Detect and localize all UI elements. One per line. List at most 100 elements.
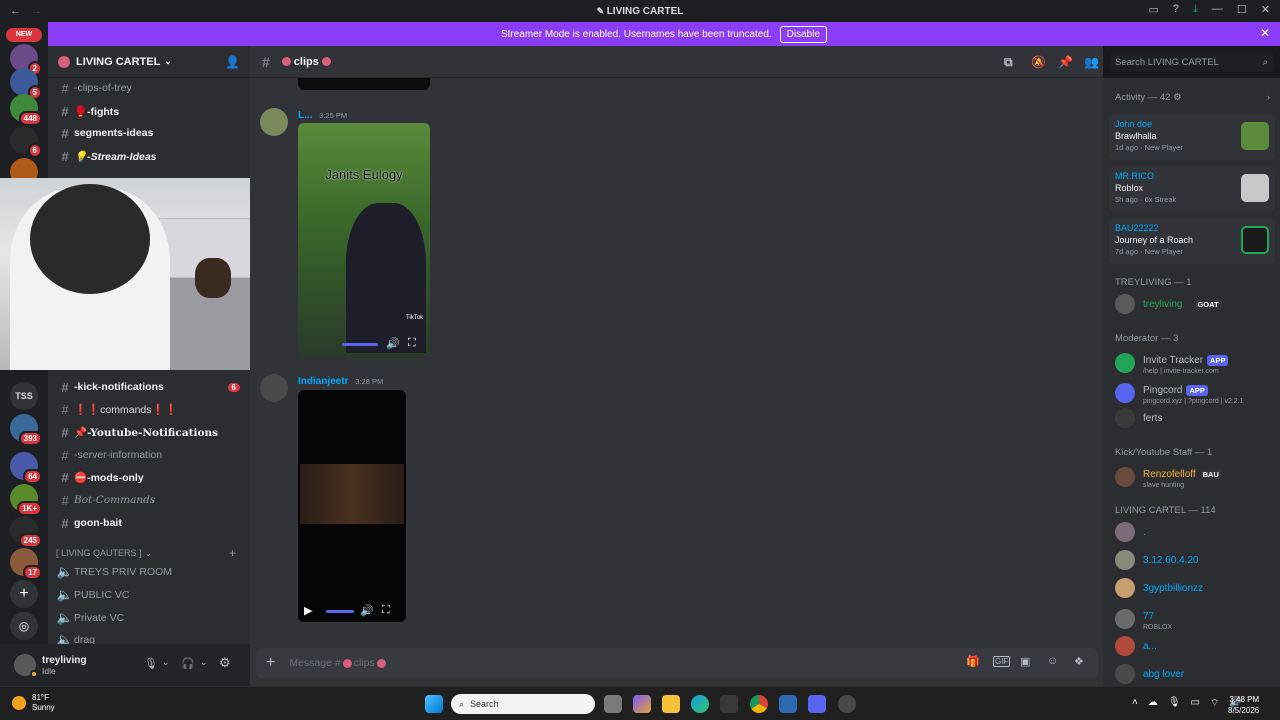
server-icon[interactable]: 64 [10, 452, 42, 484]
server-icon[interactable]: 393 [10, 414, 42, 446]
channel-item[interactable]: # ⛔-mods-only [56, 467, 244, 487]
voice-channel[interactable]: 🔈 TREYS PRIV ROOM [56, 562, 244, 582]
download-icon[interactable]: ⤓ [1193, 3, 1198, 16]
member-item[interactable]: Renzofelloff BAU slave hunting [1115, 464, 1222, 489]
windows-start-icon[interactable] [425, 695, 443, 713]
member-item[interactable]: 77 ROBLOX [1115, 606, 1172, 631]
message-author[interactable]: Indianjeetr [298, 376, 349, 387]
discord-icon[interactable] [808, 695, 826, 713]
settings-gear-icon[interactable]: ⚙ [219, 655, 231, 671]
gif-icon[interactable]: GIF [993, 656, 1011, 667]
server-header[interactable]: LIVING CARTEL ⌄ 👤 [48, 46, 250, 78]
add-attachment-icon[interactable]: + [266, 654, 275, 672]
server-icon[interactable]: 448 [10, 94, 42, 126]
new-badge[interactable]: NEW [6, 28, 42, 42]
member-list-icon[interactable]: 👥 [1084, 55, 1099, 69]
volume-icon[interactable]: 🔊 [360, 604, 374, 617]
server-icon-tss[interactable]: TSS [10, 382, 38, 410]
chevron-up-icon[interactable]: ˄ [1132, 697, 1138, 710]
chevron-down-icon[interactable]: ⌄ [200, 657, 208, 668]
fullscreen-icon[interactable]: ⛶ [382, 604, 390, 617]
notifications-off-icon[interactable]: 🔕 [1031, 55, 1046, 69]
photos-icon[interactable] [779, 695, 797, 713]
member-item[interactable]: 3.12.60.4.20 [1115, 550, 1199, 570]
microphone-icon[interactable]: 🎙 [144, 657, 158, 670]
member-item[interactable]: abg lover [1115, 664, 1184, 684]
mic-icon[interactable]: 🎙 [1168, 697, 1181, 710]
volume-icon[interactable]: 🔊 [386, 337, 400, 350]
threads-icon[interactable]: ⧉ [1004, 55, 1013, 70]
gift-icon[interactable]: 🎁 [966, 655, 980, 668]
channel-item[interactable]: # -kick-notifications 6 [56, 377, 244, 397]
channel-item[interactable]: # goon-bait [56, 513, 244, 533]
maximize-icon[interactable]: ☐ [1237, 3, 1247, 16]
message-avatar[interactable] [260, 374, 288, 402]
server-icon[interactable]: 17 [10, 548, 42, 580]
taskbar-search[interactable]: ⌕ Search [451, 694, 595, 714]
disable-button[interactable]: Disable [779, 25, 828, 43]
pin-icon[interactable]: 📌 [1058, 55, 1073, 69]
channel-item[interactable]: # -clips-of-trey [56, 78, 244, 98]
video-embed[interactable]: ▶ 🔊 ⛶ [298, 390, 406, 622]
member-item[interactable]: . [1115, 522, 1146, 542]
add-member-icon[interactable]: 👤 [225, 55, 240, 69]
sticker-icon[interactable]: ▣ [1020, 655, 1030, 668]
clock[interactable]: 3:48 PM 8/5/2026 [1228, 694, 1259, 716]
file-explorer-icon[interactable] [662, 695, 680, 713]
channel-item[interactable]: # ❗❗commands❗❗ [56, 399, 244, 419]
channel-item[interactable]: # 🥊-fights [56, 101, 244, 121]
edge-icon[interactable] [691, 695, 709, 713]
video-embed[interactable]: Janits Eulogy TikTok 🔊 ⛶ [298, 123, 430, 358]
message-avatar[interactable] [260, 108, 288, 136]
message-composer[interactable]: + Message # clips 🎁 GIF ▣ ☺ ❖ [256, 648, 1098, 678]
chevron-down-icon[interactable]: ⌄ [162, 657, 170, 668]
channel-item[interactable]: # 📌-Youtube-Notifications [56, 422, 244, 442]
voice-channel[interactable]: 🔈 drag [56, 630, 244, 644]
voice-category[interactable]: [ LIVING QAUTERS ] ⌄ + [56, 543, 244, 563]
help-icon[interactable]: ? [1173, 3, 1179, 16]
store-icon[interactable] [720, 695, 738, 713]
fullscreen-icon[interactable]: ⛶ [408, 337, 416, 350]
voice-channel[interactable]: 🔈 Private VC [56, 608, 244, 628]
progress-bar[interactable] [326, 610, 354, 613]
message-author[interactable]: L... [298, 110, 312, 121]
display-icon[interactable]: ▭ [1191, 697, 1200, 710]
explore-icon[interactable]: ◎ [10, 612, 38, 640]
add-server-icon[interactable]: + [10, 580, 38, 608]
activity-card[interactable]: MR.RICO Roblox 5h ago · 6x Streak [1109, 166, 1275, 212]
member-item[interactable]: a... [1115, 636, 1157, 656]
chrome-icon[interactable] [750, 695, 768, 713]
activity-header[interactable]: Activity — 42 ⚙ › [1115, 92, 1270, 103]
apps-icon[interactable]: ❖ [1074, 655, 1084, 668]
copilot-icon[interactable] [633, 695, 651, 713]
inbox-icon[interactable]: ▭ [1149, 3, 1159, 16]
task-view-icon[interactable] [604, 695, 622, 713]
progress-bar[interactable] [342, 343, 378, 346]
wifi-icon[interactable]: ⌔ [1210, 697, 1219, 710]
activity-card[interactable]: John doe Brawlhalla 1d ago · New Player [1109, 114, 1275, 160]
close-banner-icon[interactable]: ✕ [1260, 26, 1270, 40]
network-icon[interactable]: ☁ [1148, 697, 1158, 710]
emoji-icon[interactable]: ☺ [1047, 655, 1058, 667]
minimize-icon[interactable]: — [1212, 3, 1223, 16]
server-icon[interactable]: 5 [10, 68, 42, 100]
channel-item[interactable]: # -server-information [56, 445, 244, 465]
activity-card[interactable]: BAU22222 Journey of a Roach 7d ago · New… [1109, 218, 1275, 264]
weather-widget[interactable]: 81°F Sunny [12, 693, 55, 713]
server-icon[interactable]: 1K+ [10, 484, 42, 516]
headphones-icon[interactable]: 🎧 [181, 657, 195, 670]
app-icon[interactable] [838, 695, 856, 713]
member-item[interactable]: ferts [1115, 408, 1162, 428]
avatar[interactable] [14, 654, 38, 678]
search-input[interactable]: Search LIVING CARTEL ⌕ [1110, 52, 1274, 72]
channel-item[interactable]: # 💡-Stream-Ideas [56, 146, 244, 166]
member-item[interactable]: 3gyptbillionzz [1115, 578, 1203, 598]
channel-item[interactable]: # Bot-Commands [56, 490, 244, 510]
server-icon[interactable]: 6 [10, 126, 42, 158]
add-channel-icon[interactable]: + [229, 546, 236, 560]
member-item[interactable]: Invite Tracker APP /help | invite-tracker… [1115, 350, 1229, 375]
channel-item[interactable]: # segments-ideas [56, 123, 244, 143]
close-window-icon[interactable]: ✕ [1261, 3, 1270, 16]
member-item[interactable]: treyliving GOAT [1115, 294, 1222, 314]
member-item[interactable]: Pingcord APP pingcord.xyz | ?pingcord | v… [1115, 380, 1244, 405]
